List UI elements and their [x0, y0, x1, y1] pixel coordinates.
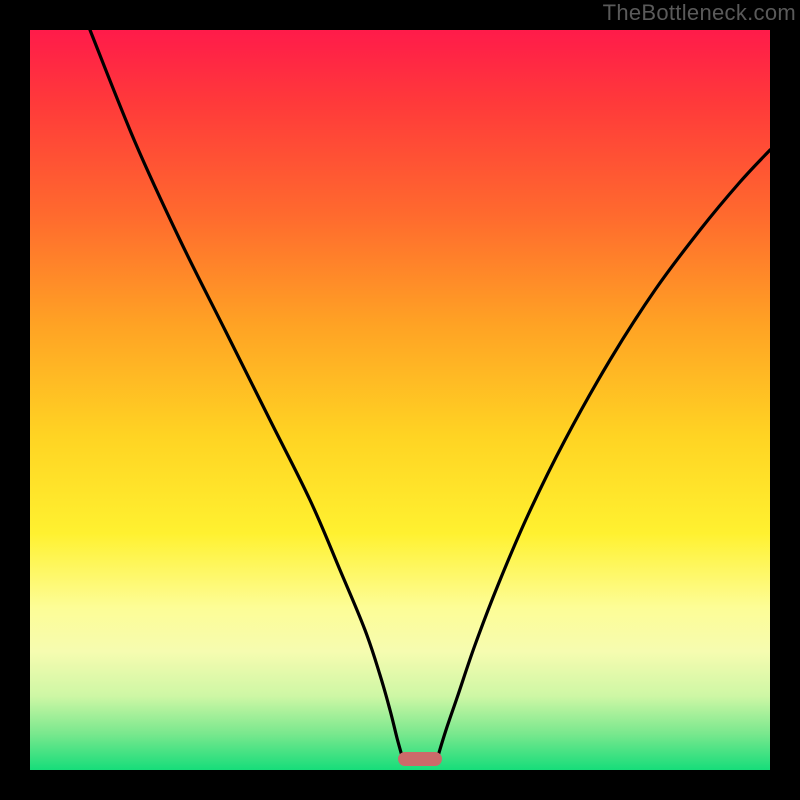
curves-layer [30, 30, 770, 770]
chart-frame [30, 30, 770, 770]
curve-left-branch [90, 30, 402, 756]
watermark-text: TheBottleneck.com [603, 0, 796, 26]
curve-right-branch [438, 150, 770, 756]
bottleneck-marker [398, 752, 442, 766]
